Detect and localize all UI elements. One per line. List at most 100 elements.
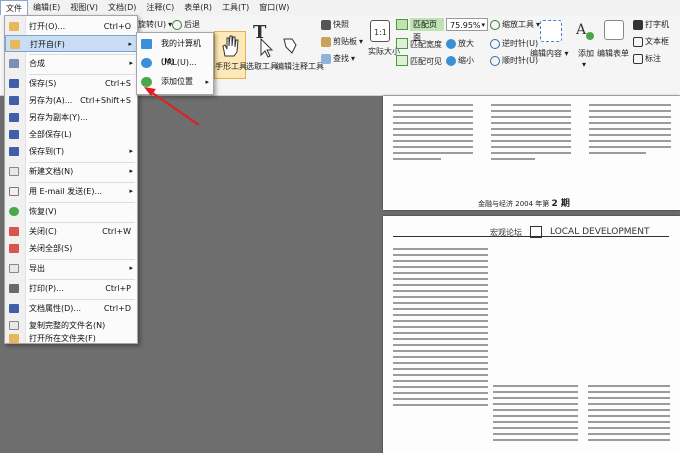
rotate-button[interactable]: 旋转(U) ▾ bbox=[138, 19, 172, 30]
zoom-out-icon bbox=[446, 55, 456, 66]
edit-form-icon bbox=[604, 20, 624, 40]
menu-item-copy-filename[interactable]: 复制完整的文件名(N) bbox=[5, 317, 137, 334]
menu-item-open-folder[interactable]: 打开所在文件夹(F) bbox=[5, 334, 137, 343]
menu-window[interactable]: 窗口(W) bbox=[254, 0, 294, 15]
zoom-in-button[interactable]: 放大 bbox=[446, 38, 474, 49]
menu-item-save-as[interactable]: 另存为(A)... Ctrl+Shift+S bbox=[5, 92, 137, 109]
save-all-icon bbox=[9, 130, 19, 139]
menu-view[interactable]: 视图(V) bbox=[65, 0, 103, 15]
back-button[interactable]: 后退 bbox=[172, 19, 200, 30]
folder-open-icon bbox=[9, 22, 19, 31]
computer-icon bbox=[141, 39, 152, 49]
select-tool-button[interactable]: 选取工具 bbox=[246, 61, 278, 72]
open-from-submenu: 我的计算机(M) URL(U)... 添加位置 ▸ bbox=[136, 32, 214, 95]
menu-item-combine[interactable]: 合成 ▸ bbox=[5, 55, 137, 72]
page1-column-2 bbox=[491, 100, 571, 164]
menu-item-email[interactable]: 用 E-mail 发送(E)... ▸ bbox=[5, 183, 137, 200]
fit-page-icon bbox=[396, 19, 408, 30]
callout-button[interactable]: 标注 bbox=[633, 53, 661, 64]
submenu-item-add-location[interactable]: 添加位置 ▸ bbox=[137, 73, 213, 91]
textbox-button[interactable]: 文本框 bbox=[633, 36, 669, 47]
fit-page-button[interactable]: 匹配页面 bbox=[410, 18, 444, 42]
copy-icon bbox=[9, 321, 19, 330]
export-icon bbox=[9, 264, 19, 273]
menu-file[interactable]: 文件 bbox=[0, 0, 28, 15]
save-as-icon bbox=[9, 96, 19, 105]
fit-visible-button[interactable]: 匹配可见 bbox=[410, 56, 442, 67]
combine-icon bbox=[9, 59, 19, 68]
submenu-item-my-computer[interactable]: 我的计算机(M) bbox=[137, 35, 213, 66]
edit-content-button[interactable]: 编辑内容 ▾ bbox=[530, 48, 569, 59]
revert-icon bbox=[9, 207, 19, 216]
pdf-page-2: 宏观论坛 LOCAL DEVELOPMENT bbox=[383, 216, 680, 453]
folder-icon bbox=[10, 40, 20, 49]
chevron-right-icon: ▸ bbox=[129, 147, 133, 155]
back-arrow-icon bbox=[172, 19, 182, 30]
zoom-level-field[interactable]: 75.95% ▾ bbox=[446, 18, 488, 31]
zoom-out-button[interactable]: 缩小 bbox=[446, 55, 474, 66]
menu-edit[interactable]: 编辑(E) bbox=[28, 0, 65, 15]
menu-item-new-document[interactable]: 新建文档(N) ▸ bbox=[5, 163, 137, 180]
clipboard-button[interactable]: 剪贴板 ▾ bbox=[321, 36, 363, 47]
email-icon bbox=[9, 187, 19, 196]
menu-document[interactable]: 文档(D) bbox=[103, 0, 141, 15]
menu-comment[interactable]: 注释(C) bbox=[141, 0, 179, 15]
file-menu: 打开(O)... Ctrl+O 打开自(F) ▸ 合成 ▸ 保存(S) Ctrl+S 另… bbox=[4, 15, 138, 344]
hand-icon bbox=[219, 34, 241, 57]
camera-icon bbox=[321, 19, 331, 30]
menu-item-close[interactable]: 关闭(C) Ctrl+W bbox=[5, 223, 137, 240]
menu-item-open[interactable]: 打开(O)... Ctrl+O bbox=[5, 18, 137, 35]
hand-tool-button[interactable]: 手形工具 bbox=[215, 61, 247, 72]
edit-comment-tool-button[interactable]: 编辑注释工具 bbox=[276, 61, 324, 72]
actual-size-icon: 1:1 bbox=[370, 20, 390, 42]
save-icon bbox=[9, 79, 19, 88]
rotate-ccw-icon bbox=[490, 38, 500, 49]
typewriter-button[interactable]: 打字机 bbox=[633, 19, 669, 30]
textbox-icon bbox=[633, 36, 643, 47]
close-all-icon bbox=[9, 244, 19, 253]
page2-column-2 bbox=[493, 381, 578, 445]
fit-width-button[interactable]: 匹配宽度 bbox=[410, 39, 442, 50]
menu-item-save[interactable]: 保存(S) Ctrl+S bbox=[5, 75, 137, 92]
edit-form-button[interactable]: 编辑表单 bbox=[597, 48, 629, 59]
zoom-in-icon bbox=[446, 38, 456, 49]
new-document-icon bbox=[9, 167, 19, 176]
typewriter-icon bbox=[633, 19, 643, 30]
chevron-right-icon: ▸ bbox=[129, 59, 133, 67]
menu-tools[interactable]: 工具(T) bbox=[217, 0, 254, 15]
menu-form[interactable]: 表单(R) bbox=[179, 0, 217, 15]
menu-item-properties[interactable]: 文档属性(D)... Ctrl+D bbox=[5, 300, 137, 317]
clipboard-icon bbox=[321, 36, 331, 47]
page2-column-1 bbox=[393, 244, 488, 410]
svg-text:A: A bbox=[575, 22, 587, 38]
add-icon: A bbox=[574, 20, 596, 42]
menu-item-save-copy[interactable]: 另存为副本(Y)... bbox=[5, 109, 137, 126]
menu-item-export[interactable]: 导出 ▸ bbox=[5, 260, 137, 277]
edit-content-icon bbox=[540, 20, 562, 42]
add-dropdown-icon[interactable]: ▾ bbox=[582, 60, 586, 69]
zoom-tool-icon bbox=[490, 19, 500, 30]
callout-icon bbox=[633, 53, 643, 64]
menu-item-close-all[interactable]: 关闭全部(S) bbox=[5, 240, 137, 257]
print-icon bbox=[9, 284, 19, 293]
page1-column-1 bbox=[393, 100, 473, 164]
snapshot-button[interactable]: 快照 bbox=[321, 19, 349, 30]
menu-item-save-to[interactable]: 保存到(T) ▸ bbox=[5, 143, 137, 160]
add-button[interactable]: 添加 bbox=[578, 48, 594, 59]
submenu-item-url[interactable]: URL(U)... bbox=[137, 54, 213, 72]
menu-item-print[interactable]: 打印(P)... Ctrl+P bbox=[5, 280, 137, 297]
properties-icon bbox=[9, 304, 19, 313]
find-button[interactable]: 查找 ▾ bbox=[321, 53, 355, 64]
chevron-down-icon: ▾ bbox=[481, 21, 485, 29]
fit-visible-icon bbox=[396, 55, 408, 66]
chevron-right-icon: ▸ bbox=[129, 167, 133, 175]
menu-item-save-all[interactable]: 全部保存(L) bbox=[5, 126, 137, 143]
menu-item-open-from[interactable]: 打开自(F) ▸ bbox=[5, 35, 137, 52]
menu-item-revert[interactable]: 恢复(V) bbox=[5, 203, 137, 220]
svg-text:1:1: 1:1 bbox=[374, 28, 387, 37]
menu-bar: 文件 编辑(E) 视图(V) 文档(D) 注释(C) 表单(R) 工具(T) 窗… bbox=[0, 0, 680, 16]
chevron-right-icon: ▸ bbox=[129, 187, 133, 195]
chevron-right-icon: ▸ bbox=[205, 78, 209, 86]
globe-icon bbox=[141, 58, 152, 68]
zoom-tool-button[interactable]: 缩放工具 ▾ bbox=[490, 19, 540, 30]
